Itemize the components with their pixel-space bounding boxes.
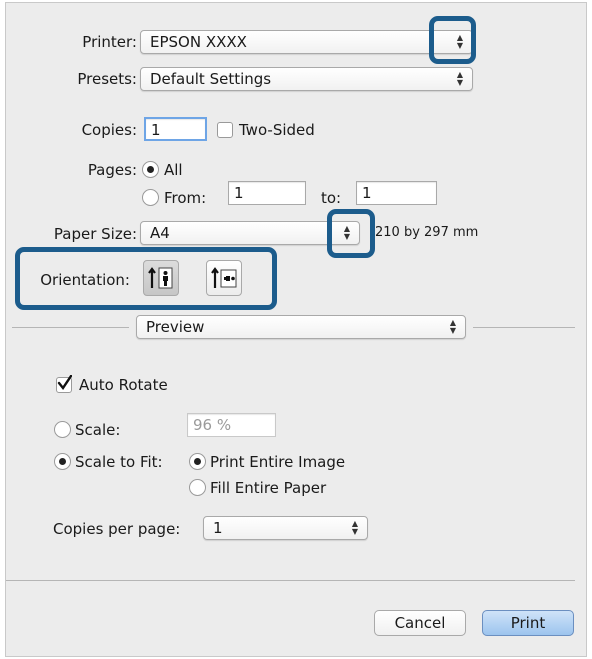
pages-label: Pages:	[87, 161, 137, 179]
portrait-icon	[148, 267, 173, 289]
bottom-separator	[6, 580, 575, 581]
copies-label: Copies:	[81, 121, 137, 139]
two-sided-checkbox[interactable]	[217, 122, 233, 138]
fill-entire-paper-radio[interactable]	[189, 479, 206, 496]
orientation-label: Orientation:	[40, 271, 130, 289]
auto-rotate-label: Auto Rotate	[79, 376, 168, 394]
pages-to-label: to:	[321, 189, 342, 207]
stepper-arrows-icon: ▲ ▼	[456, 70, 464, 87]
landscape-icon	[211, 267, 237, 288]
pages-from-label: From:	[164, 189, 207, 207]
portrait-button[interactable]	[143, 260, 179, 296]
highlight-paper-size-arrows	[327, 209, 375, 258]
pages-all-label: All	[164, 161, 183, 179]
cancel-button[interactable]: Cancel	[374, 610, 466, 636]
scale-label: Scale:	[75, 421, 121, 439]
section-popup-value: Preview	[146, 318, 205, 336]
scale-radio[interactable]	[54, 421, 71, 438]
paper-size-value: A4	[150, 224, 170, 242]
paper-size-label: Paper Size:	[53, 225, 137, 243]
print-entire-image-label: Print Entire Image	[210, 453, 346, 471]
presets-label: Presets:	[77, 70, 137, 88]
checkmark-icon	[57, 375, 72, 391]
landscape-button[interactable]	[206, 260, 242, 296]
printer-value: EPSON XXXX	[150, 33, 247, 51]
copies-per-page-value: 1	[213, 519, 223, 537]
presets-value: Default Settings	[150, 70, 272, 88]
separator-right	[473, 327, 575, 328]
scale-field[interactable]: 96 %	[187, 413, 276, 437]
printer-popup[interactable]: EPSON XXXX ▲ ▼	[140, 30, 473, 54]
copies-per-page-label: Copies per page:	[53, 520, 181, 538]
scale-to-fit-radio[interactable]	[54, 453, 71, 470]
fill-entire-paper-label: Fill Entire Paper	[210, 479, 327, 497]
section-popup[interactable]: Preview ▲ ▼	[136, 315, 466, 339]
pages-from-radio[interactable]	[142, 189, 159, 206]
copies-field[interactable]: 1	[144, 117, 207, 141]
scale-to-fit-label: Scale to Fit:	[75, 453, 163, 471]
copies-per-page-popup[interactable]: 1 ▲ ▼	[203, 516, 368, 540]
two-sided-label: Two-Sided	[239, 121, 315, 139]
print-entire-image-radio[interactable]	[189, 453, 206, 470]
pages-from-field[interactable]: 1	[228, 181, 306, 205]
auto-rotate-checkbox[interactable]	[56, 375, 72, 393]
separator-left	[12, 327, 129, 328]
paper-dimensions: 210 by 297 mm	[375, 225, 479, 240]
presets-popup[interactable]: Default Settings ▲ ▼	[140, 67, 473, 91]
print-button[interactable]: Print	[482, 610, 574, 636]
stepper-arrows-icon: ▲ ▼	[449, 318, 457, 335]
pages-to-field[interactable]: 1	[356, 181, 437, 205]
printer-label: Printer:	[82, 33, 137, 51]
pages-all-radio[interactable]	[142, 161, 159, 178]
stepper-arrows-icon: ▲ ▼	[351, 519, 359, 536]
highlight-printer-arrows	[429, 16, 476, 64]
print-dialog: Printer: EPSON XXXX ▲ ▼ Presets: Default …	[5, 2, 587, 657]
